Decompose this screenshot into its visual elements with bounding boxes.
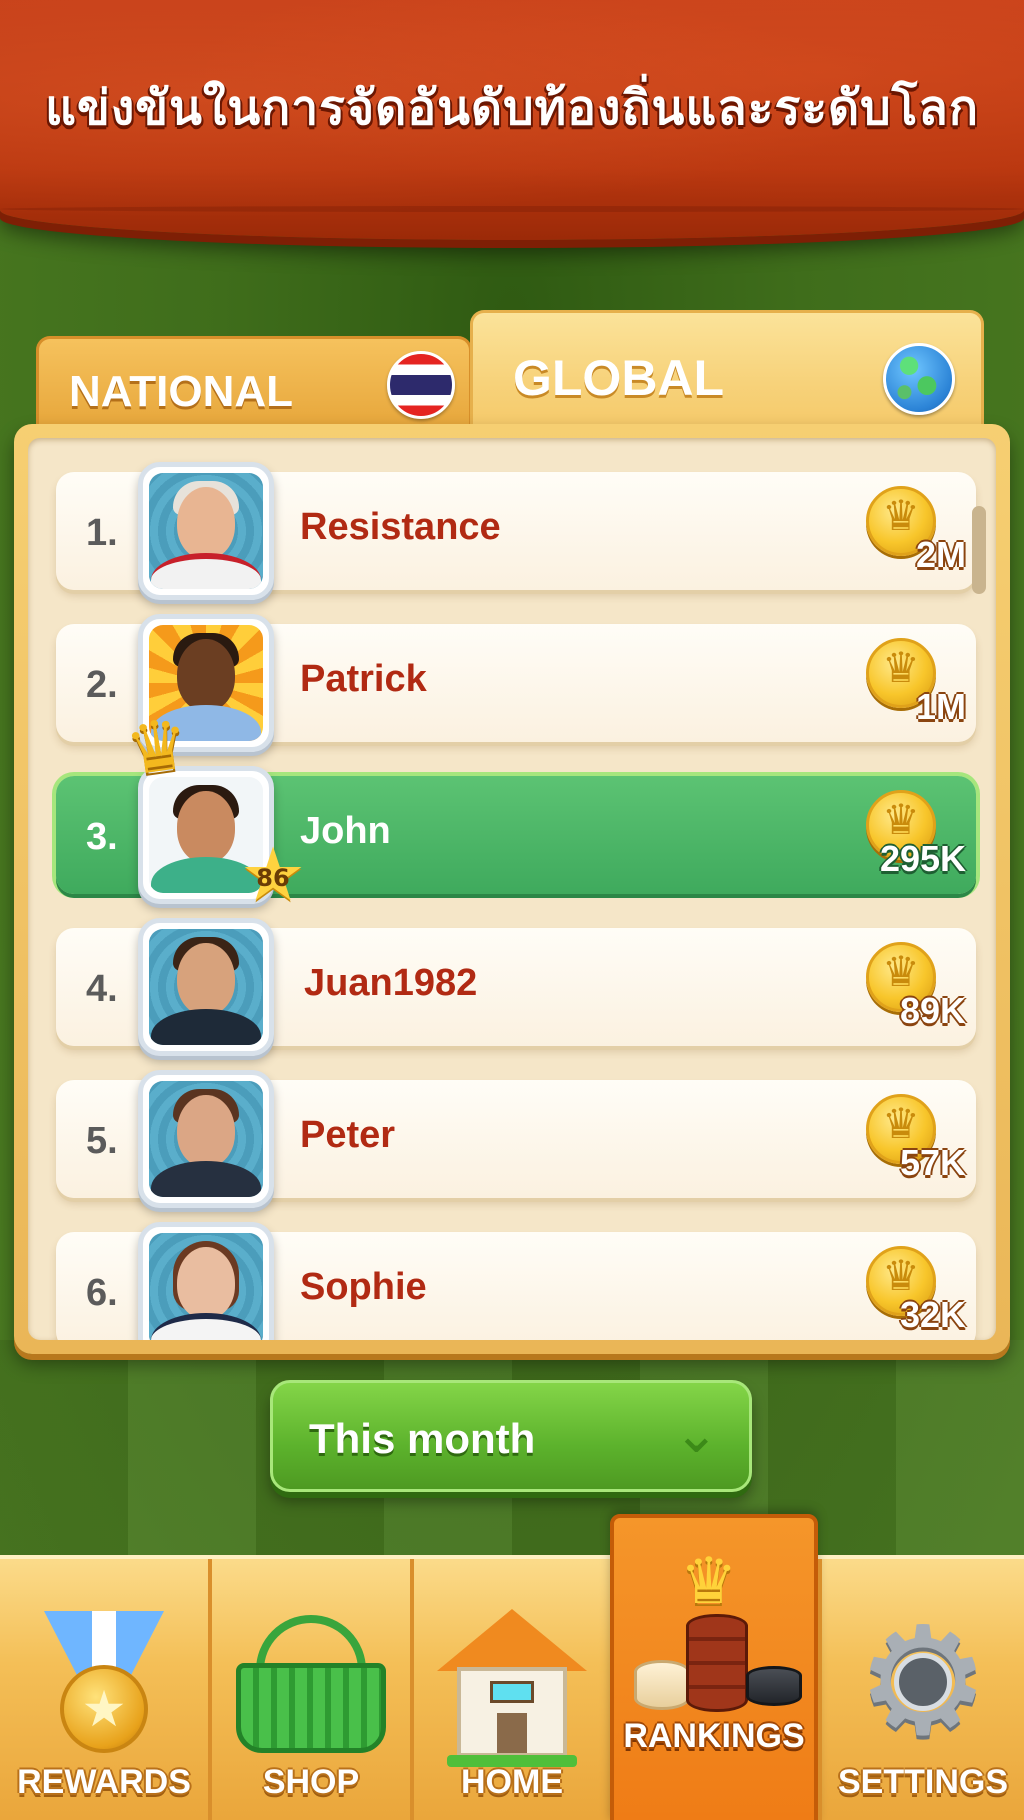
header-banner: แข่งขันในการจัดอันดับท้องถิ่นและระดับโลก xyxy=(0,0,1024,240)
nav-rankings[interactable]: ♛ RANKINGS xyxy=(610,1514,818,1820)
avatar[interactable] xyxy=(138,1070,274,1208)
player-score: 2M xyxy=(915,534,966,575)
level-badge: ★ 86 xyxy=(236,838,310,912)
nav-settings-label: SETTINGS xyxy=(837,1763,1009,1801)
nav-rewards-label: REWARDS xyxy=(17,1763,191,1801)
period-dropdown[interactable]: This month ⌄ xyxy=(270,1380,752,1492)
crown-icon: ♛ xyxy=(120,702,195,792)
player-name: Patrick xyxy=(300,658,427,700)
leaderboard-list[interactable]: 1. Resistance 2M 2. Pat xyxy=(28,438,996,1340)
player-name: John xyxy=(300,810,391,852)
avatar[interactable] xyxy=(138,462,274,600)
tab-global-label: GLOBAL xyxy=(513,350,725,406)
player-score: 89K xyxy=(899,990,966,1031)
chevron-down-icon: ⌄ xyxy=(673,1402,719,1465)
player-name: Peter xyxy=(300,1114,396,1156)
player-score: 32K xyxy=(899,1294,966,1335)
leaderboard-row-current-user[interactable]: 3. ♛ ★ 86 John 295K xyxy=(56,702,976,912)
thailand-flag-icon xyxy=(387,351,455,419)
leaderboard-row[interactable]: 2. Patrick 1M xyxy=(56,614,976,752)
bottom-nav: ★ REWARDS SHOP HOME ♛ RANKINGS ⚙ SETTING… xyxy=(0,1514,1024,1820)
nav-rewards[interactable]: ★ REWARDS xyxy=(0,1559,208,1820)
leaderboard-row[interactable]: 5. Peter 57K xyxy=(56,1070,976,1208)
nav-home-label: HOME xyxy=(461,1763,563,1801)
crown-icon: ♛ xyxy=(680,1545,738,1619)
medal-star-icon: ★ xyxy=(60,1665,148,1753)
globe-icon xyxy=(883,343,955,415)
period-label: This month xyxy=(309,1415,536,1462)
nav-shop-label: SHOP xyxy=(262,1763,360,1801)
nav-rankings-label: RANKINGS xyxy=(623,1717,805,1755)
house-roof-icon xyxy=(437,1609,587,1671)
avatar[interactable] xyxy=(138,1222,274,1340)
leaderboard-row[interactable]: 1. Resistance 2M xyxy=(56,462,976,600)
nav-settings[interactable]: ⚙ SETTINGS xyxy=(818,1559,1024,1820)
tab-national[interactable]: NATIONAL xyxy=(36,336,472,426)
player-score: 295K xyxy=(879,838,966,879)
rank-number: 3. xyxy=(86,816,118,858)
banner-title: แข่งขันในการจัดอันดับท้องถิ่นและระดับโลก xyxy=(45,80,979,136)
nav-home[interactable]: HOME xyxy=(410,1559,610,1820)
leaderboard-row[interactable]: 6. Sophie 32K xyxy=(56,1222,976,1340)
tab-national-label: NATIONAL xyxy=(69,367,294,416)
rank-number: 5. xyxy=(86,1120,118,1162)
nav-shop[interactable]: SHOP xyxy=(208,1559,410,1820)
red-pieces-stack-icon xyxy=(686,1614,748,1712)
house-icon xyxy=(457,1667,567,1757)
tab-global[interactable]: GLOBAL xyxy=(470,310,984,430)
avatar[interactable] xyxy=(138,918,274,1056)
rank-number: 1. xyxy=(86,512,118,554)
leaderboard-panel: 1. Resistance 2M 2. Pat xyxy=(14,424,1010,1354)
black-piece-icon xyxy=(746,1666,802,1706)
leaderboard-row[interactable]: 4. Juan1982 89K xyxy=(56,918,976,1056)
white-piece-icon xyxy=(634,1660,690,1710)
player-name: Juan1982 xyxy=(304,962,478,1004)
player-name: Resistance xyxy=(300,506,501,548)
level-number: 86 xyxy=(256,864,290,892)
player-score: 57K xyxy=(899,1142,966,1183)
rank-number: 4. xyxy=(86,968,118,1010)
rank-number: 6. xyxy=(86,1272,118,1314)
basket-icon xyxy=(236,1663,386,1753)
player-name: Sophie xyxy=(300,1266,427,1308)
scrollbar[interactable] xyxy=(972,506,986,594)
rank-number: 2. xyxy=(86,664,118,706)
player-score: 1M xyxy=(915,686,966,727)
